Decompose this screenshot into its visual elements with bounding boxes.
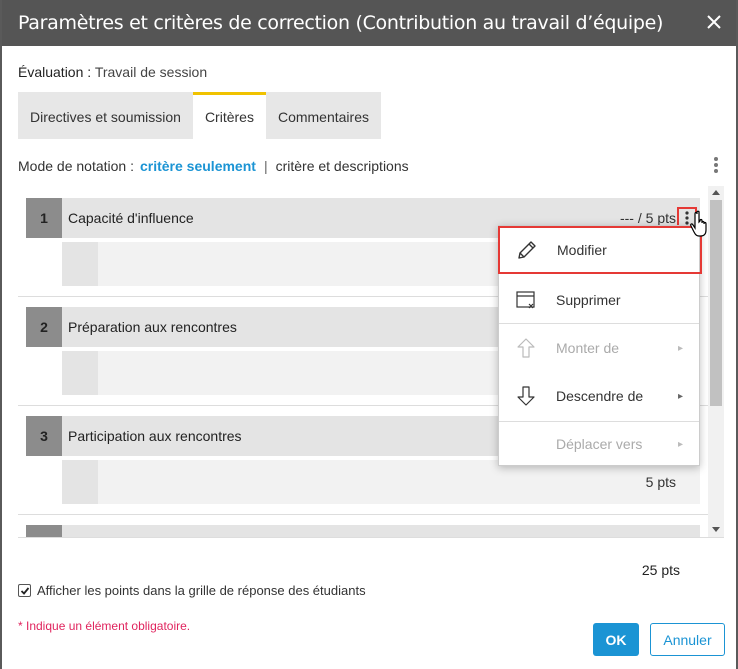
arrow-down-icon — [517, 386, 535, 406]
menu-item-descendre[interactable]: Descendre de ▸ — [499, 372, 699, 420]
ok-button[interactable]: OK — [593, 623, 639, 656]
cancel-button[interactable]: Annuler — [650, 623, 725, 656]
dialog-title: Paramètres et critères de correction (Co… — [18, 12, 664, 34]
criterion-name: Participation aux rencontres — [68, 428, 242, 444]
criterion-sub-cell — [62, 242, 98, 286]
delete-icon — [516, 291, 535, 309]
criterion-name: Préparation aux rencontres — [68, 319, 237, 335]
mode-criteria-only[interactable]: critère seulement — [140, 158, 256, 174]
criteria-dialog: Paramètres et critères de correction (Co… — [2, 0, 736, 669]
menu-item-monter[interactable]: Monter de ▸ — [499, 324, 699, 372]
menu-item-supprimer[interactable]: Supprimer — [499, 276, 699, 324]
scrollbar[interactable] — [708, 186, 724, 537]
display-points-checkbox[interactable] — [18, 584, 31, 597]
evaluation-label: Évaluation : — [18, 64, 92, 80]
criterion-number: 2 — [26, 307, 62, 347]
grading-mode-label: Mode de notation : — [18, 158, 134, 174]
kebab-icon — [685, 211, 689, 225]
criterion-number: 1 — [26, 198, 62, 238]
tab-commentaires[interactable]: Commentaires — [265, 92, 381, 139]
display-points-label: Afficher les points dans la grille de ré… — [37, 583, 366, 598]
mode-separator: | — [263, 158, 268, 174]
chevron-right-icon: ▸ — [677, 390, 683, 402]
checkmark-icon — [20, 586, 29, 595]
pencil-icon — [518, 241, 536, 259]
criterion-context-menu: Modifier Supprimer Monter de ▸ Descendre… — [498, 225, 702, 468]
display-points-option[interactable]: Afficher les points dans la grille de ré… — [18, 583, 366, 598]
arrow-up-icon — [517, 338, 535, 358]
hand-cursor-icon — [690, 210, 707, 237]
grading-mode: Mode de notation : critère seulement | c… — [18, 158, 409, 174]
tab-criteres[interactable]: Critères — [192, 92, 266, 139]
divider — [18, 514, 708, 515]
criterion-row — [26, 525, 700, 537]
close-icon[interactable] — [704, 12, 724, 32]
criterion-score: --- / 5 pts — [619, 210, 676, 226]
criterion-header — [26, 525, 700, 537]
required-note: * Indique un élément obligatoire. — [18, 619, 191, 633]
evaluation-line: Évaluation : Travail de session — [18, 64, 207, 80]
total-points: 25 pts — [641, 562, 680, 578]
menu-item-deplacer[interactable]: Déplacer vers ▸ — [499, 420, 699, 468]
tab-bar: Directives et soumission Critères Commen… — [18, 92, 381, 139]
criterion-name: Capacité d'influence — [68, 210, 194, 226]
criterion-sub-cell — [62, 460, 98, 504]
tab-directives[interactable]: Directives et soumission — [18, 92, 193, 139]
criterion-number — [26, 525, 62, 537]
menu-item-modifier[interactable]: Modifier — [498, 226, 702, 274]
more-options-icon[interactable] — [713, 156, 719, 174]
criterion-points: 5 pts — [645, 474, 676, 490]
chevron-right-icon: ▸ — [677, 438, 683, 450]
criterion-sub-cell — [62, 351, 98, 395]
scroll-up-icon[interactable] — [712, 190, 720, 195]
scroll-down-icon[interactable] — [712, 527, 720, 532]
mode-criteria-descriptions[interactable]: critère et descriptions — [276, 158, 409, 174]
dialog-titlebar: Paramètres et critères de correction (Co… — [2, 0, 736, 46]
chevron-right-icon: ▸ — [677, 342, 683, 354]
criterion-number: 3 — [26, 416, 62, 456]
evaluation-value: Travail de session — [94, 64, 208, 80]
